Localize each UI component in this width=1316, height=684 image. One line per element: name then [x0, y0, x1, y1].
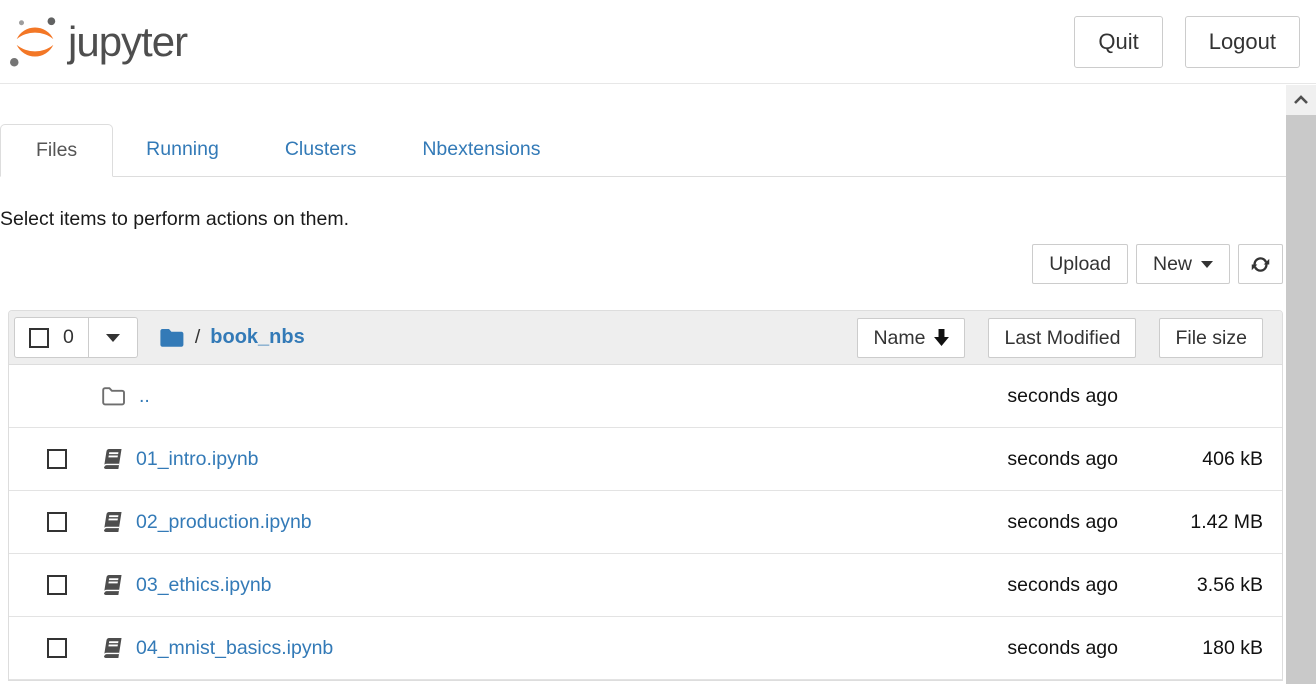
- main-content: Files Running Clusters Nbextensions Sele…: [0, 124, 1316, 681]
- top-header: jupyter Quit Logout: [0, 0, 1316, 84]
- notebook-icon: [101, 511, 123, 533]
- header-actions: Quit Logout: [1074, 16, 1300, 68]
- new-dropdown-label: New: [1153, 252, 1192, 276]
- row-checkbox[interactable]: [47, 638, 67, 658]
- list-header-row: 0 / book_nbs Name Last Modifi: [9, 311, 1282, 365]
- tab-running[interactable]: Running: [113, 124, 252, 176]
- file-link[interactable]: ..: [139, 385, 150, 408]
- file-row: 02_production.ipynb seconds ago 1.42 MB: [9, 491, 1282, 554]
- notebook-icon: [101, 448, 123, 470]
- file-link[interactable]: 02_production.ipynb: [136, 511, 312, 534]
- file-row: 04_mnist_basics.ipynb seconds ago 180 kB: [9, 617, 1282, 680]
- arrow-down-icon: [934, 329, 949, 346]
- file-row: 01_intro.ipynb seconds ago 406 kB: [9, 428, 1282, 491]
- notebook-list: 0 / book_nbs Name Last Modifi: [8, 310, 1283, 681]
- last-modified-value: seconds ago: [943, 385, 1118, 408]
- selected-count: 0: [63, 326, 74, 349]
- breadcrumb-separator: /: [195, 326, 200, 349]
- refresh-button[interactable]: [1238, 244, 1283, 284]
- tab-files[interactable]: Files: [0, 124, 113, 177]
- notebook-icon: [101, 574, 123, 596]
- jupyter-logo-icon: [8, 15, 62, 69]
- row-checkbox[interactable]: [47, 449, 67, 469]
- quit-button[interactable]: Quit: [1074, 16, 1162, 68]
- select-all-checkbox[interactable]: [29, 328, 49, 348]
- file-size-value: 406 kB: [1118, 448, 1263, 471]
- last-modified-value: seconds ago: [943, 574, 1118, 597]
- sort-name-button[interactable]: Name: [857, 318, 965, 358]
- file-list-rows: .. seconds ago 01_intro.ipynb seconds ag…: [9, 365, 1282, 680]
- select-all-button[interactable]: 0: [14, 317, 89, 358]
- file-size-value: 1.42 MB: [1118, 511, 1263, 534]
- select-dropdown-button[interactable]: [89, 317, 138, 358]
- last-modified-value: seconds ago: [943, 511, 1118, 534]
- new-dropdown-button[interactable]: New: [1136, 244, 1230, 284]
- folder-icon[interactable]: [159, 327, 185, 349]
- caret-down-icon: [106, 334, 120, 342]
- select-button-group: 0: [14, 317, 138, 358]
- scrollbar-thumb[interactable]: [1286, 115, 1316, 684]
- scrollbar-up-button[interactable]: [1286, 85, 1316, 115]
- file-row: .. seconds ago: [9, 365, 1282, 428]
- breadcrumb: / book_nbs: [159, 326, 305, 349]
- file-link[interactable]: 01_intro.ipynb: [136, 448, 259, 471]
- sort-name-label: Name: [873, 326, 925, 350]
- notebook-icon: [101, 637, 123, 659]
- refresh-icon: [1250, 254, 1271, 275]
- jupyter-logo[interactable]: jupyter: [8, 15, 187, 69]
- tab-nbextensions[interactable]: Nbextensions: [389, 124, 573, 176]
- file-link[interactable]: 04_mnist_basics.ipynb: [136, 637, 333, 660]
- last-modified-value: seconds ago: [943, 448, 1118, 471]
- file-row: 03_ethics.ipynb seconds ago 3.56 kB: [9, 554, 1282, 617]
- sort-size-button[interactable]: File size: [1159, 318, 1263, 358]
- folder-outline-icon: [101, 386, 126, 407]
- caret-down-icon: [1201, 261, 1213, 268]
- file-link[interactable]: 03_ethics.ipynb: [136, 574, 272, 597]
- action-hint: Select items to perform actions on them.: [0, 208, 1316, 231]
- tab-bar: Files Running Clusters Nbextensions: [0, 124, 1286, 177]
- sort-modified-button[interactable]: Last Modified: [988, 318, 1136, 358]
- upload-button[interactable]: Upload: [1032, 244, 1128, 284]
- chevron-up-icon: [1293, 95, 1309, 105]
- row-checkbox[interactable]: [47, 575, 67, 595]
- logout-button[interactable]: Logout: [1185, 16, 1300, 68]
- file-size-value: 180 kB: [1118, 637, 1263, 660]
- jupyter-logo-text: jupyter: [68, 21, 187, 63]
- toolbar: Upload New: [0, 244, 1283, 284]
- last-modified-value: seconds ago: [943, 637, 1118, 660]
- scrollbar[interactable]: [1286, 85, 1316, 684]
- file-size-value: 3.56 kB: [1118, 574, 1263, 597]
- row-checkbox[interactable]: [47, 512, 67, 532]
- tab-clusters[interactable]: Clusters: [252, 124, 390, 176]
- breadcrumb-current[interactable]: book_nbs: [210, 326, 304, 349]
